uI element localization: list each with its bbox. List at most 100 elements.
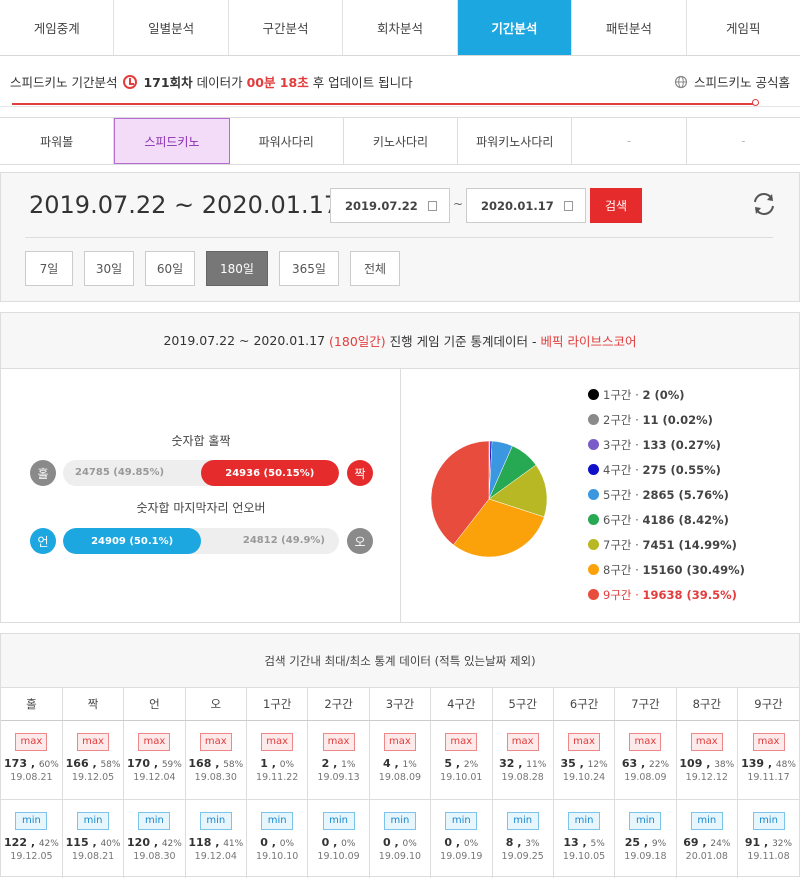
count-percent: 22%	[649, 760, 669, 770]
calendar-icon[interactable]	[428, 201, 437, 211]
count-value: 0	[444, 836, 452, 849]
min-cell: min8 , 3%19.09.25	[492, 799, 553, 878]
max-count: 32 , 11%	[493, 757, 553, 770]
tab-section[interactable]: 구간분석	[229, 0, 343, 55]
max-tag: max	[15, 733, 47, 751]
selected-range: 2019.07.22 ~ 2020.01.17	[29, 191, 339, 219]
end-date-value: 2020.01.17	[481, 199, 554, 213]
tab-period[interactable]: 기간분석	[458, 0, 572, 55]
max-count: 139 , 48%	[738, 757, 799, 770]
max-tag: max	[77, 733, 109, 751]
subtab-powerkenoladder[interactable]: 파워키노사다리	[458, 118, 572, 164]
globe-icon	[674, 75, 688, 89]
max-count: 109 , 38%	[677, 757, 737, 770]
range-all-button[interactable]: 전체	[350, 251, 400, 286]
count-value: 118	[188, 836, 211, 849]
column-header: 8구간	[676, 688, 737, 720]
count-value: 120	[127, 836, 150, 849]
range-180-button[interactable]: 180일	[206, 251, 268, 286]
column-header: 1구간	[247, 688, 308, 720]
legend-item: 9구간 · 19638 (39.5%)	[588, 582, 745, 607]
min-count: 69 , 24%	[677, 836, 737, 849]
column-header: 6구간	[553, 688, 614, 720]
min-date: 19.10.09	[308, 851, 368, 862]
max-date: 19.09.13	[308, 772, 368, 783]
count-value: 25	[625, 836, 640, 849]
legend-label: 4구간	[603, 462, 631, 478]
legend-value: 2865 (5.76%)	[642, 488, 728, 502]
tab-round[interactable]: 회차분석	[343, 0, 457, 55]
underover-bar: 24909 (50.1%) 24812 (49.9%)	[63, 528, 339, 554]
min-cell: min13 , 5%19.10.05	[553, 799, 614, 878]
info-prefix: 스피드키노 기간분석	[10, 72, 117, 91]
count-value: 115	[66, 836, 89, 849]
even-circle: 짝	[347, 460, 373, 486]
min-count: 8 , 3%	[493, 836, 553, 849]
range-365-button[interactable]: 365일	[279, 251, 339, 286]
min-cell: min120 , 42%19.08.30	[124, 799, 185, 878]
column-header: 홀	[1, 688, 62, 720]
count-percent: 11%	[526, 760, 546, 770]
refresh-icon[interactable]	[749, 189, 779, 219]
max-date: 19.12.05	[63, 772, 123, 783]
min-count: 25 , 9%	[615, 836, 675, 849]
legend-label: 7구간	[603, 537, 631, 553]
legend-value: 4186 (8.42%)	[642, 513, 728, 527]
column-header: 언	[124, 688, 185, 720]
count-percent: 12%	[588, 760, 608, 770]
min-tag: min	[445, 812, 477, 830]
date-separator: ~	[453, 197, 463, 211]
max-tag: max	[323, 733, 355, 751]
min-tag: min	[200, 812, 232, 830]
column-header: 5구간	[492, 688, 553, 720]
tab-daily[interactable]: 일별분석	[114, 0, 228, 55]
calendar-icon[interactable]	[564, 201, 573, 211]
min-cell: min0 , 0%19.10.10	[247, 799, 308, 878]
range-30-button[interactable]: 30일	[84, 251, 134, 286]
max-tag: max	[261, 733, 293, 751]
max-cell: max63 , 22%19.08.09	[615, 720, 676, 799]
count-percent: 59%	[162, 760, 182, 770]
subtab-powerball[interactable]: 파워볼	[0, 118, 114, 164]
max-cell: max 5 , 2% 19.10.01	[431, 720, 492, 799]
tab-pattern[interactable]: 패턴분석	[572, 0, 686, 55]
odd-circle: 홀	[30, 460, 56, 486]
max-tag: max	[445, 733, 477, 751]
range-60-button[interactable]: 60일	[145, 251, 195, 286]
subtab-powerladder[interactable]: 파워사다리	[230, 118, 344, 164]
tab-live[interactable]: 게임중계	[0, 0, 114, 55]
legend-item: 7구간 · 7451 (14.99%)	[588, 532, 745, 557]
max-date: 19.10.24	[554, 772, 614, 783]
min-count: 122 , 42%	[1, 836, 62, 849]
search-button[interactable]: 검색	[590, 188, 642, 223]
min-cell: min25 , 9%19.09.18	[615, 799, 676, 878]
clock-icon	[123, 75, 137, 89]
max-count: 35 , 12%	[554, 757, 614, 770]
max-count: 63 , 22%	[615, 757, 675, 770]
min-tag: min	[261, 812, 293, 830]
start-date-value: 2019.07.22	[345, 199, 418, 213]
tab-gamepick[interactable]: 게임픽	[687, 0, 800, 55]
subtab-kenoladder[interactable]: 키노사다리	[344, 118, 458, 164]
max-cell: max139 , 48%19.11.17	[738, 720, 800, 799]
count-value: 0	[260, 836, 268, 849]
min-cell: min118 , 41%19.12.04	[185, 799, 246, 878]
official-home-link[interactable]: 스피드키노 공식홈	[674, 72, 790, 91]
info-mid: 데이터가	[197, 72, 243, 91]
end-date-input[interactable]: 2020.01.17	[466, 188, 586, 223]
range-7-button[interactable]: 7일	[25, 251, 73, 286]
legend-swatch	[588, 414, 599, 425]
count-percent: 60%	[39, 760, 59, 770]
subtab-speedkeno[interactable]: 스피드키노	[114, 118, 229, 164]
count-value: 4	[383, 757, 391, 770]
max-cell: max168 , 58%19.08.30	[185, 720, 246, 799]
max-count: 5 , 2%	[431, 757, 491, 770]
count-percent: 42%	[162, 839, 182, 849]
min-tag: min	[138, 812, 170, 830]
legend-label: 3구간	[603, 437, 631, 453]
max-cell: max173 , 60%19.08.21	[1, 720, 62, 799]
max-date: 19.10.01	[431, 772, 491, 783]
start-date-input[interactable]: 2019.07.22	[330, 188, 450, 223]
min-tag: min	[629, 812, 661, 830]
max-date: 19.08.28	[493, 772, 553, 783]
